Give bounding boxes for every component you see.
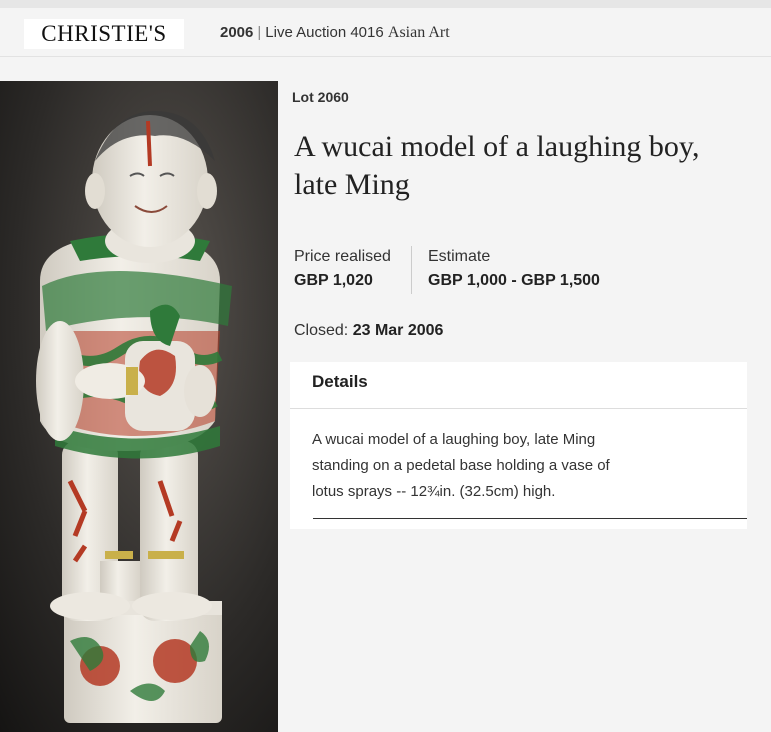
details-line-2: standing on a pedetal base holding a vas… <box>312 457 610 474</box>
top-strip <box>0 0 771 8</box>
price-realised-value: GBP 1,020 <box>294 272 373 289</box>
lot-title-line-1: A wucai model of a laughing boy, <box>294 130 700 163</box>
details-line-3: lotus sprays -- 12¾in. (32.5cm) high. <box>312 483 556 500</box>
christies-logo[interactable]: CHRISTIE'S <box>24 19 184 49</box>
auction-breadcrumb[interactable]: 2006 | Live Auction 4016 Asian Art <box>220 24 450 42</box>
details-divider <box>290 408 747 409</box>
lot-title-line-2: late Ming <box>294 168 410 201</box>
closed-date-value: 23 Mar 2006 <box>352 322 444 339</box>
details-description: A wucai model of a laughing boy, late Mi… <box>312 427 672 505</box>
site-header: CHRISTIE'S 2006 | Live Auction 4016 Asian … <box>0 8 771 57</box>
lot-image[interactable] <box>0 81 278 732</box>
breadcrumb-separator: | <box>257 24 262 41</box>
closed-label: Closed: <box>294 322 349 339</box>
estimate-value: GBP 1,000 - GBP 1,500 <box>428 272 600 289</box>
closed-date: Closed: 23 Mar 2006 <box>294 322 443 340</box>
lot-number: Lot 2060 <box>292 89 349 105</box>
department-name: Asian Art <box>387 24 450 41</box>
details-line-1: A wucai model of a laughing boy, late Mi… <box>312 431 596 448</box>
lot-title: A wucai model of a laughing boy, late Mi… <box>294 128 771 204</box>
details-heading[interactable]: Details <box>312 372 368 392</box>
price-divider <box>411 246 412 294</box>
auction-year: 2006 <box>220 24 254 41</box>
auction-name: Live Auction 4016 <box>265 24 384 41</box>
porcelain-boy-figure <box>0 81 278 732</box>
price-realised: Price realised GBP 1,020 <box>294 248 391 290</box>
price-realised-label: Price realised <box>294 248 391 265</box>
estimate-label: Estimate <box>428 248 491 265</box>
estimate: Estimate GBP 1,000 - GBP 1,500 <box>428 248 600 290</box>
details-bottom-rule <box>313 518 747 519</box>
details-panel: Details A wucai model of a laughing boy,… <box>290 362 747 529</box>
